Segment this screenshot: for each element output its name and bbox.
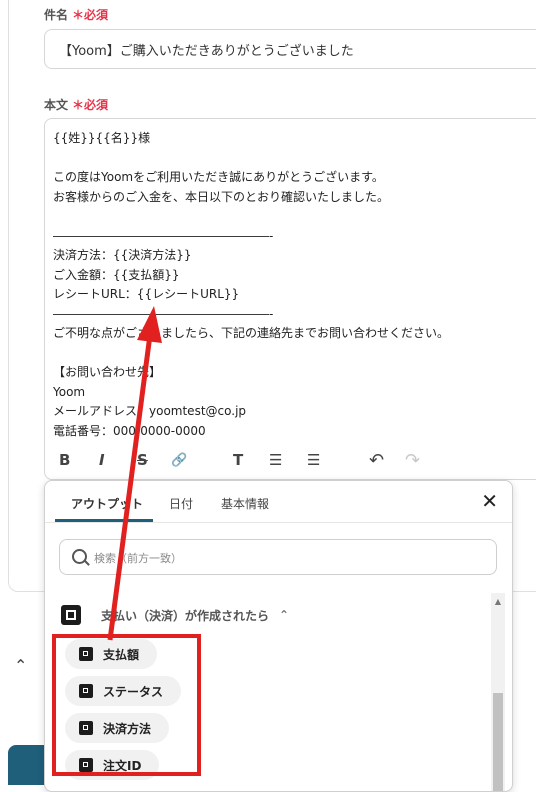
arrow-head: [137, 306, 162, 343]
arrow-shaft: [107, 334, 153, 641]
annotation-arrow: [107, 306, 162, 641]
